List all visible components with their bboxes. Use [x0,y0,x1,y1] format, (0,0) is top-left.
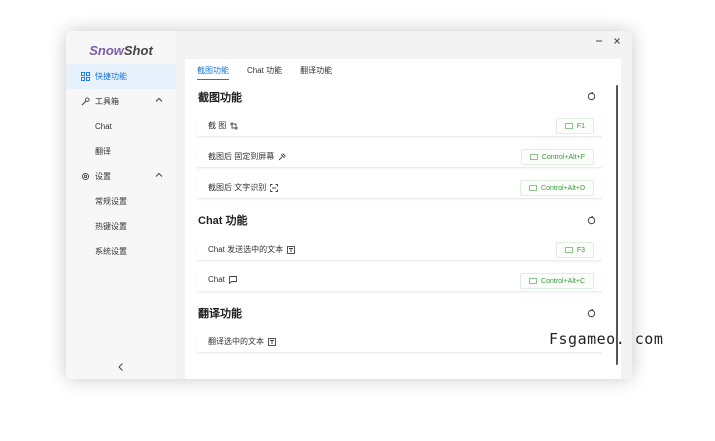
row-label-text: 翻译选中的文本 [208,337,264,346]
sidebar-item-label: 快捷功能 [95,72,127,81]
app-logo: SnowShot [66,43,176,58]
chat-icon [228,275,237,284]
minus-icon[interactable] [594,36,604,46]
row-label-text: 截图后 文字识别 [208,183,267,192]
section-title-chat: Chat 功能 [198,215,248,227]
row-label: 截 图 [208,120,239,131]
section-title-screenshot: 截图功能 [198,92,242,104]
scrollbar[interactable] [616,85,618,365]
hotkey-button[interactable]: Control+Alt+D [520,180,594,196]
setting-row-chat: Chat Control+Alt+C [197,269,602,292]
hotkey-text: Control+Alt+F [541,153,585,161]
row-label: 翻译选中的文本 [208,336,276,347]
sidebar-item-label: 翻译 [95,147,111,156]
chevron-up-icon[interactable] [155,96,163,104]
text-select-icon [287,245,296,254]
section-title-translate: 翻译功能 [198,308,242,320]
hotkey-button[interactable]: Control+Alt+F [520,149,594,165]
logo-text-shot: Shot [123,43,153,58]
hotkey-text: Control+Alt+C [541,277,585,285]
main-area: 截图功能 Chat 功能 翻译功能 截图功能 截 图 F1 截图后 固定到屏幕 … [176,31,632,379]
reset-icon[interactable] [587,309,596,318]
reset-icon[interactable] [587,92,596,101]
crop-icon [230,121,239,130]
sidebar-item-translate[interactable]: 翻译 [66,139,176,164]
chevron-up-icon[interactable] [155,171,163,179]
keyboard-icon [529,154,538,160]
close-icon[interactable] [612,36,622,46]
keyboard-icon [564,247,573,253]
setting-row-pin-to-screen: 截图后 固定到屏幕 Control+Alt+F [197,145,602,168]
tab-chat[interactable]: Chat 功能 [247,59,282,79]
sidebar-item-label: 工具箱 [95,97,119,106]
hotkey-button[interactable]: Control+Alt+C [520,273,594,289]
keyboard-icon [564,123,573,129]
row-label-text: 截 图 [208,121,227,130]
chevron-left-icon[interactable] [114,361,128,373]
hotkey-button[interactable]: F1 [555,118,594,134]
sidebar-item-label: 热键设置 [95,222,127,231]
row-label: Chat [208,275,237,284]
sidebar-item-label: Chat [95,122,112,131]
reset-icon[interactable] [587,216,596,225]
tab-screenshot[interactable]: 截图功能 [197,59,229,80]
hotkey-text: F1 [576,122,585,130]
sidebar: SnowShot 快捷功能 工具箱 Chat 翻译 设置 常规设置 热键设置 系… [66,31,176,379]
sidebar-nav: 快捷功能 工具箱 Chat 翻译 设置 常规设置 热键设置 系统设置 [66,64,176,264]
hotkey-text: Control+Alt+D [541,184,585,192]
row-label-text: 截图后 固定到屏幕 [208,152,275,161]
tool-icon [81,97,90,106]
sidebar-item-system-settings[interactable]: 系统设置 [66,239,176,264]
hotkey-button[interactable]: F3 [555,242,594,258]
sidebar-item-label: 常规设置 [95,197,127,206]
app-window: SnowShot 快捷功能 工具箱 Chat 翻译 设置 常规设置 热键设置 系… [66,31,632,379]
sidebar-item-general-settings[interactable]: 常规设置 [66,189,176,214]
scan-text-icon [270,183,279,192]
row-label: 截图后 固定到屏幕 [208,151,287,162]
sidebar-item-toolbox[interactable]: 工具箱 [66,89,176,114]
gear-icon [81,172,90,181]
row-label-text: Chat [208,275,225,284]
hotkey-text: F3 [576,246,585,254]
sidebar-item-label: 设置 [95,172,111,181]
shortcut-icon [81,72,90,81]
keyboard-icon [529,185,538,191]
row-label-text: Chat 发送选中的文本 [208,245,284,254]
setting-row-ocr: 截图后 文字识别 Control+Alt+D [197,176,602,199]
setting-row-translate-selection: 翻译选中的文本 [197,330,602,353]
sidebar-item-shortcuts[interactable]: 快捷功能 [66,64,176,89]
setting-row-chat-send-selection: Chat 发送选中的文本 F3 [197,238,602,261]
sidebar-item-settings[interactable]: 设置 [66,164,176,189]
sidebar-item-label: 系统设置 [95,247,127,256]
setting-row-screenshot: 截 图 F1 [197,114,602,137]
row-label: 截图后 文字识别 [208,182,279,193]
text-select-icon [268,337,276,346]
row-label: Chat 发送选中的文本 [208,244,296,255]
tab-translate[interactable]: 翻译功能 [300,59,332,79]
watermark-text: Fsgameo. com [549,330,664,348]
logo-text-snow: Snow [89,43,124,58]
pin-icon [278,152,287,160]
tab-bar: 截图功能 Chat 功能 翻译功能 [197,59,332,80]
keyboard-icon [529,278,538,284]
sidebar-item-hotkey-settings[interactable]: 热键设置 [66,214,176,239]
sidebar-item-chat[interactable]: Chat [66,114,176,139]
